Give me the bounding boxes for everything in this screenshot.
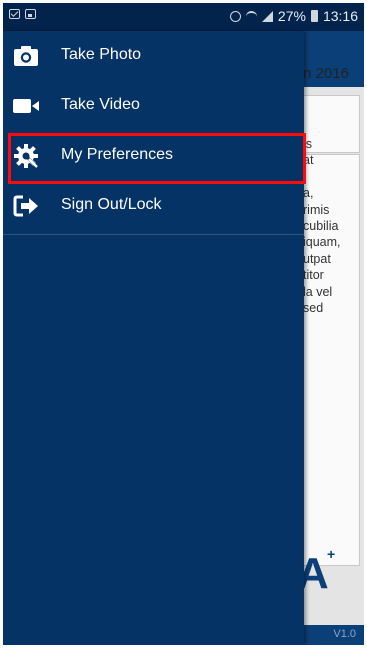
system-icons: 27% 13:16 — [229, 8, 358, 24]
battery-icon — [310, 10, 318, 22]
signal-icon — [261, 10, 273, 22]
image-notification-icon — [25, 9, 36, 19]
status-bar: 27% 13:16 — [3, 3, 364, 31]
background-text-line: rimis — [303, 202, 330, 217]
alarm-icon — [229, 10, 241, 22]
background-text-line: a, — [303, 186, 314, 201]
highlight-box — [8, 133, 306, 184]
notification-icons — [9, 9, 36, 19]
phone-screen: 27% 13:16 n 2016 is at: a, rimis cubilia iqua… — [3, 3, 364, 645]
menu-divider — [3, 234, 304, 235]
app-version: V1.0 — [333, 628, 356, 640]
background-text-line: la vel — [303, 284, 333, 299]
background-text-line: iquam, — [303, 235, 341, 250]
wifi-icon — [245, 10, 257, 22]
video-camera-icon — [13, 99, 39, 113]
background-date-text: n 2016 — [303, 65, 349, 82]
menu-item-label: Take Video — [61, 96, 140, 113]
email-notification-icon — [9, 9, 20, 19]
background-text-line: : — [303, 169, 307, 184]
text-size-plus-icon: + — [327, 546, 336, 562]
menu-item-label: Take Photo — [61, 46, 142, 63]
menu-item-take-video[interactable]: Take Video — [3, 81, 304, 131]
background-text-line: utpat — [303, 251, 331, 266]
background-text-line: titor — [303, 268, 324, 283]
background-text-line: is — [303, 137, 313, 151]
sign-out-icon — [13, 195, 38, 217]
menu-item-take-photo[interactable]: Take Photo — [3, 31, 304, 81]
menu-item-sign-out-lock[interactable]: Sign Out/Lock — [3, 181, 304, 231]
background-text-line: sed — [303, 301, 324, 316]
clock: 13:16 — [322, 8, 358, 24]
camera-icon — [14, 46, 38, 66]
background-text-line: cubilia — [303, 219, 339, 234]
navigation-drawer: Take Photo Take Video My Preferences Sig… — [3, 31, 304, 645]
background-text-line: at — [303, 153, 314, 168]
battery-percent: 27% — [277, 8, 306, 24]
menu-item-label: Sign Out/Lock — [61, 196, 162, 213]
background-body-text: is at: a, rimis cubilia iquam, utpat titor la ve… — [303, 136, 341, 316]
